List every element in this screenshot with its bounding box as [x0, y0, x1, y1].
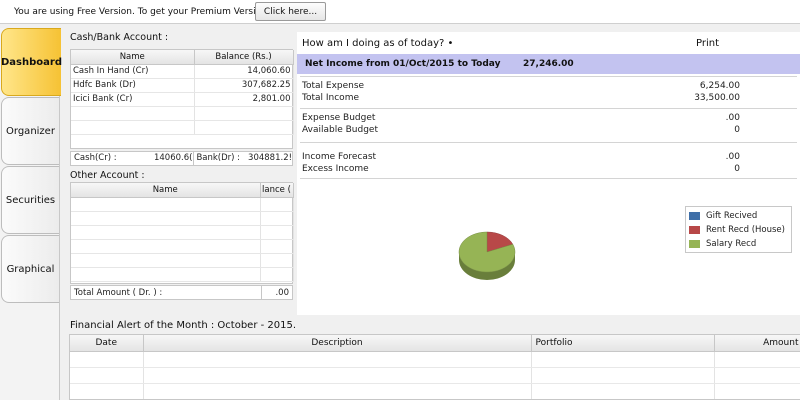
cash-summary-label: Cash(Cr) :: [74, 153, 117, 163]
table-row: [71, 120, 294, 135]
table-row: [71, 211, 294, 226]
column-header-balance[interactable]: lance (: [260, 183, 294, 198]
divider: [300, 178, 797, 179]
other-account-title: Other Account :: [70, 170, 145, 181]
print-button[interactable]: Print: [696, 38, 719, 49]
account-balance: 14,060.60: [194, 64, 294, 79]
legend-swatch: [689, 240, 700, 248]
net-income-label: Net Income from 01/Oct/2015 to Today: [305, 59, 501, 69]
divider: [300, 76, 797, 77]
available-budget-value: 0: [734, 125, 740, 135]
legend-label: Salary Recd: [706, 239, 757, 249]
net-income-bar: Net Income from 01/Oct/2015 to Today 27,…: [297, 54, 800, 74]
bank-summary-value: 304881.2!: [248, 153, 293, 163]
column-header-date[interactable]: Date: [70, 335, 144, 352]
available-budget-label: Available Budget: [302, 125, 378, 135]
table-row: [71, 106, 294, 121]
legend-item: Rent Recd (House): [689, 224, 785, 236]
account-name: Cash In Hand (Cr): [71, 64, 195, 79]
cash-bank-title: Cash/Bank Account :: [70, 32, 169, 43]
dashboard-heading[interactable]: How am I doing as of today? •: [302, 38, 453, 49]
table-row[interactable]: Hdfc Bank (Dr) 307,682.25: [71, 78, 294, 93]
table-row: [71, 225, 294, 240]
tab-securities[interactable]: Securities: [1, 166, 59, 234]
account-balance: 2,801.00: [194, 92, 294, 107]
income-forecast-label: Income Forecast: [302, 152, 377, 162]
account-name: Hdfc Bank (Dr): [71, 78, 195, 93]
financial-alert-grid: Date Description Portfolio Amount: [69, 334, 800, 400]
side-tabs: Dashboard Organizer Securities Graphical: [0, 28, 62, 400]
table-row: [71, 239, 294, 254]
other-account-total: Total Amount ( Dr. ) : .00: [70, 285, 293, 300]
legend-label: Gift Recived: [706, 211, 758, 221]
legend-item: Gift Recived: [689, 210, 757, 222]
excess-income-label: Excess Income: [302, 164, 369, 174]
expense-budget-label: Expense Budget: [302, 113, 376, 123]
table-row: [70, 367, 800, 384]
tab-organizer[interactable]: Organizer: [1, 97, 59, 165]
total-divider: [261, 286, 262, 299]
table-row: [70, 383, 800, 399]
net-income-value: 27,246.00: [523, 59, 574, 69]
cash-summary-value: 14060.6(: [131, 152, 195, 165]
income-pie-chart: [458, 231, 516, 280]
total-amount-label: Total Amount ( Dr. ) :: [74, 288, 163, 298]
tab-graphical[interactable]: Graphical: [1, 235, 59, 303]
banner-text: You are using Free Version. To get your …: [14, 7, 270, 17]
column-header-description[interactable]: Description: [143, 335, 532, 352]
bank-summary-label: Bank(Dr) :: [196, 153, 241, 163]
other-account-grid: Name lance (: [70, 182, 294, 284]
cash-bank-summary: Cash(Cr) : 14060.6( Bank(Dr) : 304881.2!: [70, 151, 293, 166]
table-row[interactable]: Cash In Hand (Cr) 14,060.60: [71, 64, 294, 79]
total-income-value: 33,500.00: [694, 93, 740, 103]
table-row: [70, 351, 800, 368]
financial-alert-title: Financial Alert of the Month : October -…: [70, 320, 297, 331]
total-amount-value: .00: [275, 288, 289, 298]
table-row: [71, 267, 294, 282]
table-row[interactable]: Icici Bank (Cr) 2,801.00: [71, 92, 294, 107]
total-expense-label: Total Expense: [302, 81, 365, 91]
account-name: Icici Bank (Cr): [71, 92, 195, 107]
column-header-name[interactable]: Name: [71, 183, 261, 198]
version-banner: You are using Free Version. To get your …: [0, 0, 800, 24]
upgrade-button[interactable]: Click here...: [255, 2, 326, 21]
divider: [300, 142, 797, 143]
legend-label: Rent Recd (House): [706, 225, 785, 235]
table-row: [71, 253, 294, 268]
expense-budget-value: .00: [725, 113, 740, 123]
income-forecast-value: .00: [725, 152, 740, 162]
chart-legend: Gift Recived Rent Recd (House) Salary Re…: [685, 206, 792, 253]
tab-dashboard[interactable]: Dashboard: [1, 28, 62, 96]
account-balance: 307,682.25: [194, 78, 294, 93]
legend-swatch: [689, 212, 700, 220]
excess-income-value: 0: [734, 164, 740, 174]
table-row: [71, 197, 294, 212]
divider: [300, 108, 797, 109]
legend-swatch: [689, 226, 700, 234]
column-header-amount[interactable]: Amount: [714, 335, 800, 352]
column-header-balance[interactable]: Balance (Rs.): [194, 50, 294, 65]
total-income-label: Total Income: [302, 93, 359, 103]
total-expense-value: 6,254.00: [699, 81, 740, 91]
column-header-portfolio[interactable]: Portfolio: [531, 335, 715, 352]
cash-bank-grid: Name Balance (Rs.) Cash In Hand (Cr) 14,…: [70, 49, 294, 149]
column-header-name[interactable]: Name: [71, 50, 195, 65]
dashboard-panel: How am I doing as of today? • Print Net …: [297, 32, 800, 315]
legend-item: Salary Recd: [689, 238, 756, 250]
